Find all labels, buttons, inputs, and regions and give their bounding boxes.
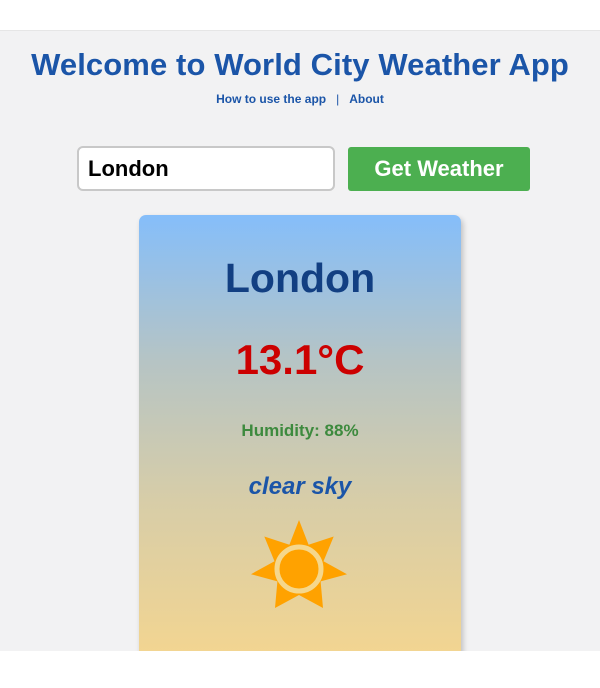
weather-temperature: 13.1°C — [235, 336, 365, 383]
weather-card: London 13.1°C Humidity: 88% clear sky — [139, 215, 461, 651]
weather-city-name: London — [224, 255, 376, 301]
weather-description: clear sky — [248, 473, 352, 500]
sun-icon — [251, 520, 347, 608]
city-search-input[interactable] — [77, 146, 335, 191]
about-link[interactable]: About — [349, 92, 384, 106]
nav-separator: | — [336, 92, 340, 106]
header-nav: How to use the app | About — [0, 92, 600, 106]
app-page: Welcome to World City Weather App How to… — [0, 30, 600, 651]
page-title: Welcome to World City Weather App — [31, 47, 569, 82]
sun-ring — [274, 544, 324, 594]
how-to-link[interactable]: How to use the app — [216, 92, 326, 106]
get-weather-button[interactable]: Get Weather — [348, 147, 530, 191]
weather-humidity: Humidity: 88% — [241, 421, 359, 440]
